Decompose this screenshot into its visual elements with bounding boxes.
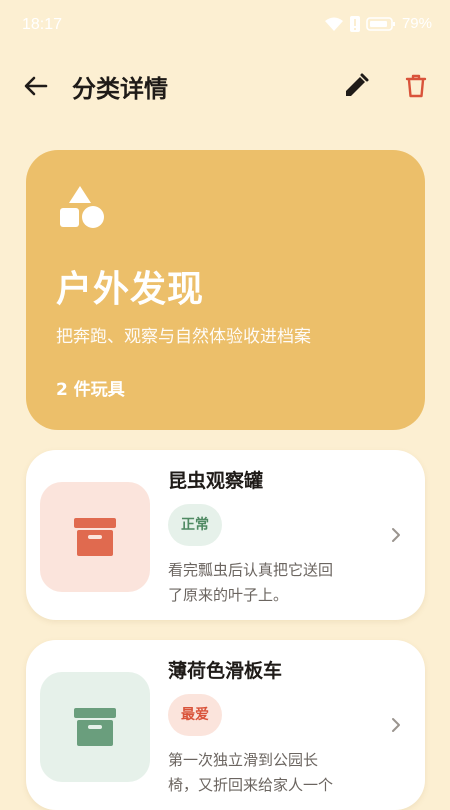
status-icons: 79% [324, 15, 432, 32]
pencil-icon [346, 73, 369, 96]
toy-thumbnail [40, 672, 150, 782]
app-bar: 分类详情 [0, 60, 450, 112]
delete-button[interactable] [402, 72, 430, 100]
shapes-icon [60, 186, 104, 228]
category-header-card: 户外发现 把奔跑、观察与自然体验收进档案 2 件玩具 [26, 150, 425, 430]
battery-percent: 79% [401, 15, 432, 32]
status-time: 18:17 [22, 16, 63, 33]
box-icon [74, 518, 116, 556]
back-button[interactable] [22, 72, 50, 100]
toy-note-line: 了原来的叶子上。 [168, 586, 289, 604]
alert-icon [349, 15, 360, 32]
toy-count: 2 件玩具 [56, 380, 125, 400]
box-icon [74, 708, 116, 746]
toy-note-line: 看完瓢虫后认真把它送回 [168, 561, 334, 579]
edit-button[interactable] [342, 72, 370, 100]
arrow-left-icon [24, 76, 48, 96]
page-title: 分类详情 [72, 75, 168, 103]
toy-name: 薄荷色滑板车 [168, 660, 283, 682]
toy-card[interactable]: 昆虫观察罐 正常 看完瓢虫后认真把它送回 了原来的叶子上。 [26, 450, 425, 620]
category-name: 户外发现 [56, 269, 205, 310]
status-badge: 最爱 [168, 694, 222, 736]
toy-thumbnail [40, 482, 150, 592]
toy-card[interactable]: 薄荷色滑板车 最爱 第一次独立滑到公园长 椅，又折回来给家人一个 [26, 640, 425, 810]
chevron-right-icon [392, 528, 400, 542]
status-badge: 正常 [168, 504, 222, 546]
toy-note-line: 椅，又折回来给家人一个 [168, 776, 334, 794]
trash-icon [405, 74, 427, 98]
toy-note-line: 第一次独立滑到公园长 [168, 751, 319, 769]
toy-name: 昆虫观察罐 [168, 470, 264, 492]
toy-note: 第一次独立滑到公园长 椅，又折回来给家人一个 [168, 748, 368, 798]
category-description: 把奔跑、观察与自然体验收进档案 [56, 327, 311, 347]
status-bar: 18:17 79% [0, 0, 450, 50]
battery-icon [366, 16, 395, 31]
chevron-right-icon [392, 718, 400, 732]
toy-note: 看完瓢虫后认真把它送回 了原来的叶子上。 [168, 558, 368, 608]
wifi-icon [324, 17, 343, 31]
